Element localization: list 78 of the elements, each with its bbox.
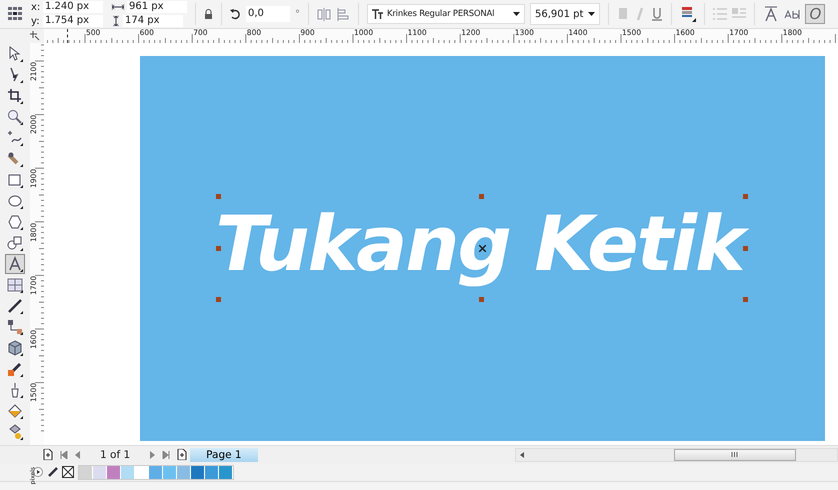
first-page-icon[interactable] — [60, 450, 68, 459]
x-field[interactable]: 1.240 px — [43, 1, 103, 14]
previous-page-icon[interactable] — [75, 450, 81, 459]
color-swatch[interactable] — [79, 466, 93, 479]
color-swatch[interactable] — [149, 466, 163, 479]
font-icon — [372, 8, 383, 20]
width-icon — [112, 3, 124, 12]
no-fill-swatch-icon[interactable] — [62, 466, 74, 478]
x-label: x: — [31, 2, 40, 13]
last-page-icon[interactable] — [162, 450, 170, 459]
polygon-icon — [7, 214, 23, 230]
font-dropdown[interactable]: Krinkes Regular PERSONAl — [367, 4, 525, 24]
lock-icon[interactable] — [204, 9, 213, 20]
degree-label: ° — [295, 8, 300, 20]
dropdown-caret-icon — [513, 12, 520, 16]
eyedropper-icon — [7, 360, 23, 377]
selection-handle[interactable] — [216, 296, 221, 302]
cube-icon — [7, 340, 23, 356]
selection-handle[interactable] — [216, 246, 221, 251]
crop-icon — [7, 88, 23, 104]
color-swatch[interactable] — [219, 466, 233, 479]
add-page-icon[interactable] — [177, 449, 188, 460]
ruler-origin-icon[interactable] — [30, 30, 40, 41]
connector-icon — [7, 318, 23, 335]
fill-icon — [7, 424, 23, 440]
color-swatch[interactable] — [163, 466, 177, 479]
selection-handle[interactable] — [743, 194, 748, 199]
text-format-icon[interactable] — [763, 6, 780, 22]
scroll-left-icon[interactable] — [520, 452, 524, 458]
dropdown-caret-icon — [588, 12, 596, 16]
width-field[interactable]: 961 px — [127, 1, 187, 14]
selection-handle[interactable] — [479, 296, 484, 302]
brush-icon — [7, 150, 23, 167]
edit-text-icon[interactable] — [784, 8, 800, 20]
y-label: y: — [31, 16, 40, 27]
table-icon — [7, 276, 23, 293]
selection-handle[interactable] — [216, 194, 221, 199]
ellipse-icon — [7, 192, 23, 209]
text-frame-toggle[interactable]: O — [805, 4, 826, 24]
color-swatch[interactable] — [135, 466, 149, 479]
color-swatch[interactable] — [177, 466, 191, 479]
horizontal-scrollbar[interactable] — [514, 448, 838, 462]
page-tab[interactable]: Page 1 — [190, 448, 258, 462]
curve-icon — [7, 130, 23, 146]
mirror-horizontal-icon[interactable] — [317, 7, 331, 22]
height-field[interactable]: 174 px — [123, 15, 183, 28]
color-swatch[interactable] — [191, 466, 205, 479]
selection-handle[interactable] — [743, 296, 748, 302]
selection-handle[interactable] — [743, 246, 748, 251]
color-swatch[interactable] — [93, 466, 107, 479]
text-icon — [7, 256, 23, 272]
zoom-icon — [7, 108, 23, 125]
next-page-icon[interactable] — [149, 450, 156, 459]
underline-icon[interactable] — [651, 7, 664, 22]
bucket-icon — [7, 402, 23, 419]
y-field[interactable]: 1.754 px — [43, 15, 103, 28]
center-mark-icon[interactable] — [479, 244, 486, 252]
rectangle-icon — [7, 172, 23, 188]
color-swatch[interactable] — [205, 466, 219, 479]
font-size-dropdown[interactable]: 56,901 pt — [530, 3, 600, 26]
arrow-icon — [7, 46, 23, 62]
dimension-icon — [7, 298, 23, 314]
text-color-icon[interactable] — [680, 6, 696, 22]
scrollbar-thumb[interactable] — [674, 448, 796, 461]
selection-handle[interactable] — [479, 194, 484, 199]
color-swatch[interactable] — [107, 466, 121, 479]
add-page-icon[interactable] — [43, 449, 53, 460]
angle-field[interactable]: 0,0 — [246, 6, 290, 22]
mirror-vertical-icon[interactable] — [336, 7, 350, 22]
anchor-grid-icon[interactable] — [8, 7, 22, 22]
height-icon — [112, 16, 120, 26]
shapes-icon — [7, 234, 23, 251]
grip-icon — [731, 452, 738, 458]
color-swatch[interactable] — [121, 466, 135, 479]
page-count: 1 of 1 — [100, 448, 130, 461]
rotate-icon — [230, 8, 241, 20]
eyedropper-icon[interactable] — [47, 466, 58, 478]
text-tool-button[interactable] — [5, 254, 25, 274]
